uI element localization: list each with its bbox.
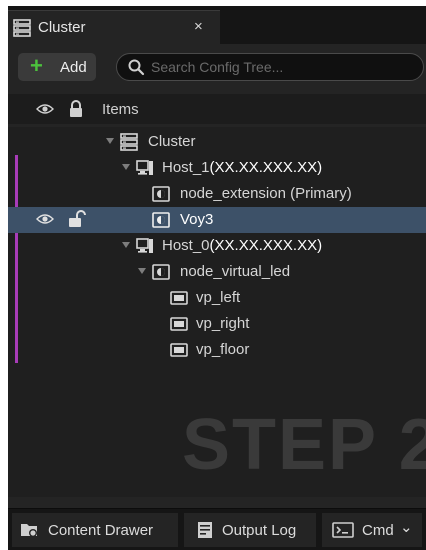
tree-item-vp-floor[interactable]: vp_floor (8, 337, 426, 363)
plus-icon: + (30, 53, 43, 78)
host-marker (15, 285, 18, 311)
expand-arrow-icon[interactable] (138, 268, 146, 274)
tab-title: Cluster (38, 19, 86, 36)
unlock-icon[interactable] (68, 210, 86, 228)
tree-item-label: Cluster (148, 133, 196, 150)
content-drawer-label: Content Drawer (48, 522, 154, 539)
search-icon (128, 59, 145, 76)
viewport-icon (170, 343, 188, 357)
lock-icon[interactable] (68, 100, 84, 118)
expand-arrow-icon[interactable] (122, 164, 130, 170)
tree-item-voy3[interactable]: Voy3 (8, 207, 426, 233)
tree-item-label: vp_left (196, 289, 241, 306)
outliner-header: Items (8, 94, 426, 124)
tree-item-label: Host_1(XX.XX.XXX.XX) (162, 159, 323, 176)
bottom-toolbar: Content Drawer Output Log Cmd ⌄ (8, 508, 426, 550)
tree-item-host-1[interactable]: Host_1(XX.XX.XXX.XX) (8, 155, 426, 181)
tree-item-label: Voy3 (180, 211, 214, 228)
expand-arrow-icon[interactable] (122, 242, 130, 248)
tree-item-cluster[interactable]: Cluster (8, 129, 426, 155)
viewport-icon (170, 291, 188, 305)
node-icon (152, 212, 170, 228)
tree-item-node-virtual-led[interactable]: node_virtual_led (8, 259, 426, 285)
chevron-down-icon[interactable]: ⌄ (400, 518, 413, 536)
eye-icon[interactable] (36, 212, 54, 226)
node-icon (152, 186, 170, 202)
cluster-icon (13, 19, 31, 37)
tree-item-vp-left[interactable]: vp_left (8, 285, 426, 311)
host-icon (136, 238, 153, 253)
output-log-label: Output Log (222, 522, 297, 539)
tree-item-label: Host_0(XX.XX.XXX.XX) (162, 237, 323, 254)
tree-item-host-0[interactable]: Host_0(XX.XX.XXX.XX) (8, 233, 426, 259)
eye-icon[interactable] (36, 102, 54, 116)
cmd-label: Cmd (362, 522, 394, 539)
host-marker (15, 181, 18, 207)
content-drawer-button[interactable]: Content Drawer (12, 513, 178, 547)
expand-arrow-icon[interactable] (106, 138, 114, 144)
add-button[interactable]: + Add (18, 53, 96, 81)
tab-bar: Cluster × (8, 6, 426, 45)
node-icon (152, 264, 170, 280)
host-marker (15, 233, 18, 259)
output-log-button[interactable]: Output Log (184, 513, 316, 547)
viewport-icon (170, 317, 188, 331)
close-icon[interactable]: × (194, 18, 203, 35)
tree-item-label: vp_right (196, 315, 250, 332)
host-marker (15, 337, 18, 363)
tree-item-label: node_extension (Primary) (180, 185, 352, 202)
tree-item-label: vp_floor (196, 341, 250, 358)
search-box[interactable] (116, 53, 424, 81)
search-input[interactable] (151, 57, 413, 77)
items-header-label: Items (102, 101, 139, 118)
tree-item-node-extension[interactable]: node_extension (Primary) (8, 181, 426, 207)
step-watermark: STEP 2 (182, 405, 426, 485)
host-marker (15, 311, 18, 337)
host-marker (15, 259, 18, 285)
output-log-icon (198, 522, 212, 538)
content-drawer-icon (21, 524, 37, 537)
cluster-panel: Cluster × + Add Items (8, 6, 426, 550)
cmd-button[interactable]: Cmd ⌄ (322, 513, 422, 547)
add-button-label: Add (60, 59, 87, 76)
tree-item-label: node_virtual_led (180, 263, 291, 280)
host-marker (15, 155, 18, 181)
tree-item-vp-right[interactable]: vp_right (8, 311, 426, 337)
host-icon (136, 160, 153, 175)
terminal-icon (332, 522, 354, 538)
tab-cluster[interactable]: Cluster × (8, 10, 220, 45)
cluster-icon (120, 133, 138, 151)
